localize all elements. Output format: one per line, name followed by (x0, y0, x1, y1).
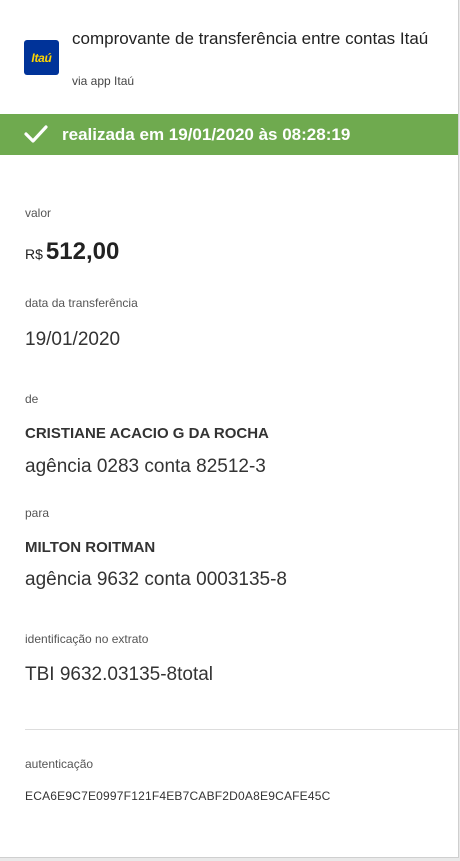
transfer-receipt: Itaú comprovante de transferência entre … (0, 0, 459, 858)
authentication-label: autenticação (25, 757, 94, 771)
receipt-header: Itaú comprovante de transferência entre … (0, 0, 458, 105)
to-account: agência 9632 conta 0003135-8 (25, 569, 288, 590)
receipt-subtitle: via app Itaú (72, 74, 135, 88)
currency-symbol: R$ (25, 246, 43, 262)
amount-label: valor (25, 206, 52, 220)
statement-id-value: TBI 9632.03135-8total (25, 664, 214, 685)
authentication-code: ECA6E9C7E0997F121F4EB7CABF2D0A8E9CAFE45C (25, 789, 331, 803)
check-icon (24, 125, 48, 143)
divider (25, 729, 458, 730)
itau-logo-icon: Itaú (24, 40, 59, 75)
status-text: realizada em 19/01/2020 às 08:28:19 (62, 125, 351, 144)
transfer-date-value: 19/01/2020 (25, 329, 121, 350)
from-label: de (25, 392, 39, 406)
amount-number: 512,00 (45, 238, 120, 265)
to-label: para (25, 506, 50, 520)
from-name: CRISTIANE ACACIO G DA ROCHA (25, 425, 269, 442)
logo-text: Itaú (31, 51, 52, 65)
status-banner: realizada em 19/01/2020 às 08:28:19 (0, 114, 458, 155)
amount-value: R$ 512,00 (25, 238, 119, 266)
statement-id-label: identificação no extrato (25, 632, 149, 646)
to-name: MILTON ROITMAN (25, 539, 156, 556)
from-account: agência 0283 conta 82512-3 (25, 456, 266, 477)
receipt-title: comprovante de transferência entre conta… (72, 29, 429, 48)
transfer-date-label: data da transferência (25, 296, 138, 310)
